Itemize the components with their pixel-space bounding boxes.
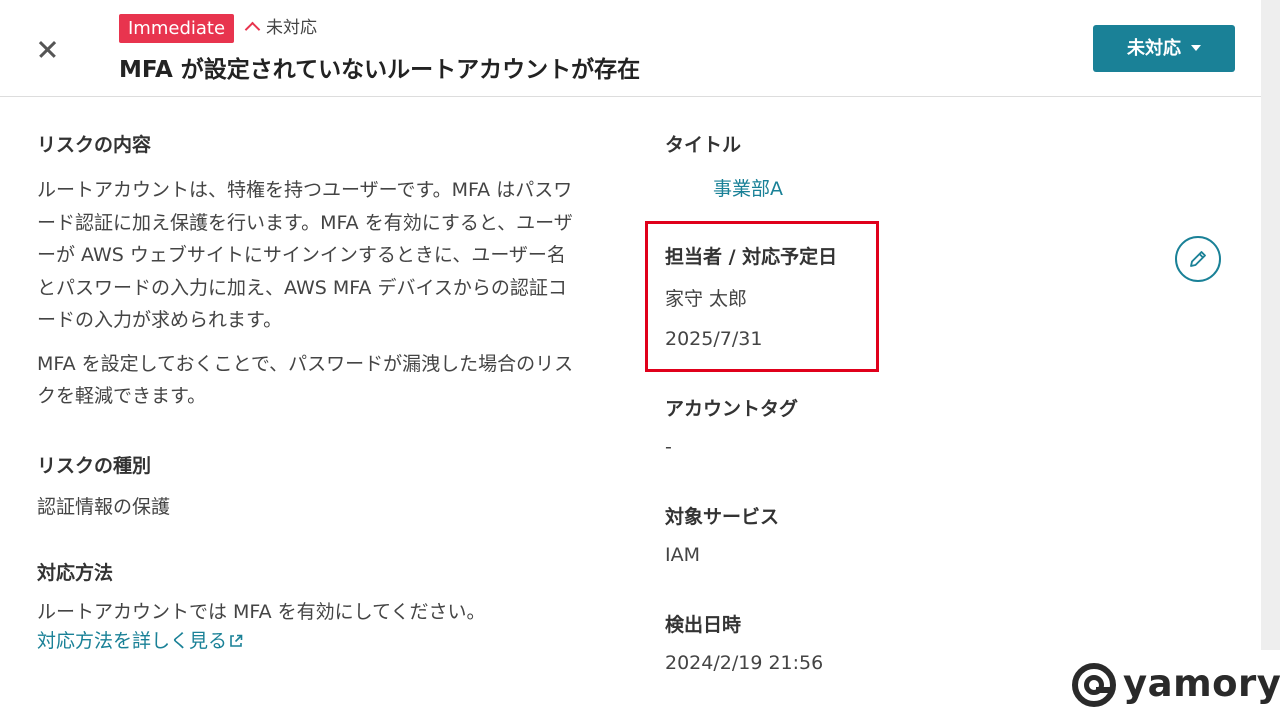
risk-detail-panel: Immediate 未対応 MFA が設定されていないルートアカウントが存在 未… [0, 0, 1261, 718]
external-link-icon [229, 627, 243, 657]
risk-mitigation-line: クを軽減できます。 [37, 385, 207, 407]
risk-description-line: ーが AWS ウェブサイトにサインインするときに、ユーザー名 [37, 244, 566, 266]
risk-type-value: 認証情報の保護 [37, 495, 171, 518]
account-tag-heading: アカウントタグ [665, 398, 799, 420]
close-icon[interactable] [32, 34, 62, 64]
risk-meta-column: タイトル 事業部A 担当者 / 対応予定日 家守 太郎 2025/7/31 アカ… [665, 130, 1165, 680]
remediation-link[interactable]: 対応方法を詳しく見る [37, 626, 243, 657]
risk-info-column: リスクの内容 ルートアカウントは、特権を持つユーザーです。MFA はパスワ ード… [37, 130, 627, 657]
status-dropdown-button[interactable]: 未対応 [1093, 25, 1235, 72]
pencil-icon [1187, 248, 1209, 274]
risk-description-line: とパスワードの入力に加え、AWS MFA デバイスからの認証コ [37, 276, 567, 299]
risk-description-line: ード認証に加え保護を行います。MFA を有効にすると、ユーザ [37, 211, 573, 234]
target-service-value: IAM [665, 544, 700, 566]
detected-at-heading: 検出日時 [665, 614, 742, 636]
yamory-logo: yamory [1071, 660, 1280, 710]
chevron-up-icon [244, 21, 261, 38]
remediation-text: ルートアカウントでは MFA を有効にしてください。 [37, 601, 486, 623]
risk-description-line: ルートアカウントは、特権を持つユーザーです。MFA はパスワ [37, 179, 573, 201]
yamory-logo-mark [1072, 663, 1116, 707]
edit-assignee-button[interactable] [1175, 236, 1221, 282]
scrollbar-track[interactable] [1261, 0, 1280, 650]
status-dropdown-label: 未対応 [1127, 38, 1181, 59]
title-value: 事業部A [713, 178, 783, 200]
assignee-highlight [645, 221, 879, 372]
account-tag-value: - [665, 436, 672, 458]
risk-description: ルートアカウントは、特権を持つユーザーです。MFA はパスワ ード認証に加え保護… [37, 174, 627, 337]
caret-down-icon [1191, 45, 1201, 51]
status-indicator: 未対応 [243, 14, 317, 43]
page-title: MFA が設定されていないルートアカウントが存在 [119, 57, 641, 83]
risk-type-heading: リスクの種別 [37, 454, 152, 477]
severity-badge: Immediate [119, 14, 235, 43]
target-service-heading: 対象サービス [665, 506, 780, 528]
risk-mitigation-line: MFA を設定しておくことで、パスワードが漏洩した場合のリス [37, 352, 574, 375]
title-heading: タイトル [665, 134, 742, 156]
risk-description-line: ードの入力が求められます。 [37, 309, 283, 331]
risk-mitigation-note: MFA を設定しておくことで、パスワードが漏洩した場合のリス クを軽減できます。 [37, 348, 627, 413]
panel-header: Immediate 未対応 MFA が設定されていないルートアカウントが存在 未… [0, 0, 1261, 97]
remediation-heading: 対応方法 [37, 562, 114, 584]
status-indicator-label: 未対応 [266, 18, 317, 38]
risk-content-heading: リスクの内容 [37, 134, 152, 156]
remediation-link-label: 対応方法を詳しく見る [37, 630, 228, 652]
yamory-logo-text: yamory [1123, 661, 1280, 705]
